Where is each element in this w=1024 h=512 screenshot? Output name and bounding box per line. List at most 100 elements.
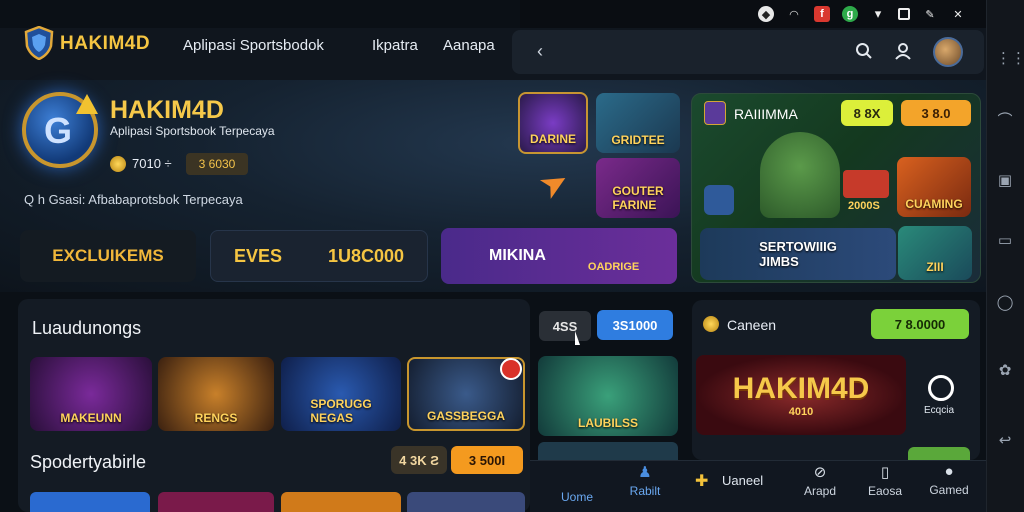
promo-exclusive[interactable]: EXCLUIKEMS (20, 230, 196, 282)
hot-badge-icon (500, 358, 522, 380)
shield-icon: ◆ (758, 6, 774, 22)
promo-mikina[interactable]: MIKINA OADRIGE (441, 228, 677, 284)
feature-tile-wide[interactable]: SERTOWIIIG JIMBS (700, 228, 896, 280)
promo-jackpot[interactable]: EVES 1U8C000 (210, 230, 428, 282)
tile-label: GOUTER FARINE (612, 184, 664, 212)
game-card-partial[interactable] (158, 492, 274, 512)
hero-tile[interactable]: DARINE (518, 92, 588, 154)
game-card-partial[interactable] (538, 442, 678, 462)
promo-label: MIKINA (489, 247, 546, 264)
avatar[interactable] (933, 37, 963, 67)
badge-value[interactable]: 7 8.0000 (871, 309, 969, 339)
game-card-label: SPORUGG NEGAS (310, 397, 372, 425)
window-icon[interactable]: ▭ (996, 232, 1014, 250)
badge-value[interactable]: 3 500I (451, 446, 523, 474)
hero-tile[interactable]: GRIDTEE (596, 93, 680, 153)
browser-icon: ◠ (789, 8, 799, 21)
game-card[interactable]: RENGS (158, 357, 274, 431)
hero-subtitle: Aplipasi Sportsbook Terpecaya (110, 124, 275, 138)
bottom-nav-profile[interactable]: ♟ Rabilt (610, 463, 680, 498)
game-card-label: RENGS (194, 411, 238, 425)
section-title-popular: Luaudunongs (32, 318, 142, 338)
bottom-nav-cancel[interactable]: Uaneel (722, 473, 763, 488)
tile-label: GRIDTEE (611, 133, 665, 147)
user-icon: ♟ (638, 464, 652, 481)
nav-label: Eaosa (867, 484, 903, 498)
section-title-sports: Spodertyabirle (30, 452, 147, 472)
plus-icon[interactable]: ✚ (695, 471, 708, 491)
system-status-bar: ◆ ◠ f g ▾ ✎ ✕ (520, 0, 986, 28)
tile-label: ZIII (926, 260, 944, 274)
gift-icon (843, 170, 889, 198)
hero-tile[interactable]: GOUTER FARINE (596, 158, 680, 218)
search-bar[interactable] (512, 30, 984, 74)
badge-value[interactable]: 3S1000 (597, 310, 673, 340)
hero-title: HAKIM4D (110, 96, 224, 124)
play-circle-icon[interactable] (928, 375, 954, 401)
sport-icon: ⊘ (813, 464, 827, 481)
hero-tagline: Q h Gsasi: Afbabaprotsbok Terpecaya (24, 192, 243, 207)
bottom-nav-cards[interactable]: ▯ Eaosa (850, 463, 920, 498)
game-card-label: GASSBEGGA (426, 409, 505, 423)
logo-shield-icon (24, 26, 54, 60)
mascot-image (760, 132, 840, 218)
chevron-left-icon[interactable]: ‹ (537, 41, 543, 62)
badge-partial[interactable] (908, 447, 970, 460)
nav-link-ikpatra[interactable]: Ikpatra (372, 37, 418, 54)
feature-title: RAIIIMMA (734, 106, 798, 122)
game-card[interactable]: LAUBILSS (538, 356, 678, 436)
banner-sub: 4010 (788, 406, 814, 418)
logo-letter-icon: G (44, 110, 73, 151)
badge-count[interactable]: 4SS (539, 311, 591, 341)
nav-link-sportsbook[interactable]: Aplipasi Sportsbodok (183, 37, 324, 54)
promo-label: EVES (233, 245, 282, 266)
tile-label: CUAMING (905, 197, 963, 211)
bell-icon[interactable]: ⌒ (996, 112, 1014, 130)
featured-banner[interactable]: HAKIM4D 4010 (696, 355, 906, 435)
game-card-label: LAUBILSS (578, 416, 638, 430)
hero-chip[interactable]: 3 6030 (186, 153, 248, 175)
game-card-partial[interactable] (407, 492, 525, 512)
app-red-icon: f (814, 6, 830, 22)
wifi-icon: ▾ (874, 6, 882, 21)
feature-pill-b[interactable]: 3 8.0 (901, 100, 971, 126)
promo-value: 1U8C000 (327, 245, 405, 266)
badge-count[interactable]: 4 3K Ƨ (391, 446, 447, 474)
app-green-icon: g (842, 6, 858, 22)
chat-icon: ● (944, 463, 954, 480)
hero-value: 7010 ÷ (132, 156, 172, 171)
close-icon[interactable]: ✕ (950, 6, 966, 22)
brand-logo-text[interactable]: HAKIM4D (60, 33, 150, 55)
side-label: Ecqcia (924, 405, 955, 416)
square-icon[interactable] (898, 8, 910, 20)
settings-icon[interactable]: ✿ (996, 362, 1014, 380)
feature-tile[interactable]: CUAMING (897, 157, 971, 217)
game-card-label: MAKEUNN (60, 411, 122, 425)
feature-tile[interactable]: ZIII (898, 226, 972, 280)
nav-link-aanapa[interactable]: Aanapa (443, 37, 495, 54)
edit-icon[interactable]: ✎ (922, 6, 938, 22)
search-icon[interactable] (855, 42, 873, 60)
circle-icon[interactable]: ◯ (996, 294, 1014, 312)
warning-triangle-icon (76, 94, 98, 114)
game-card-partial[interactable] (30, 492, 150, 512)
nav-label: Uome (560, 490, 593, 504)
tile-label: SERTOWIIIG JIMBS (759, 239, 837, 269)
user-icon[interactable] (894, 42, 912, 60)
back-icon[interactable]: ↩ (996, 432, 1014, 450)
game-card[interactable]: MAKEUNN (30, 357, 152, 431)
bottom-nav-sport[interactable]: ⊘ Arapd (785, 463, 855, 498)
bottom-nav-chat[interactable]: ● Gamed (914, 463, 984, 497)
bottom-nav-home[interactable]: Uome (542, 470, 612, 504)
section-title-featured: Caneen (727, 317, 777, 333)
promo-sub: OADRIGE (587, 261, 640, 273)
banner-title: HAKIM4D (732, 372, 870, 405)
feature-pill-a[interactable]: 8 8X (841, 100, 893, 126)
nav-label: Gamed (929, 483, 969, 497)
coin-icon (703, 316, 719, 332)
grid-icon[interactable]: ⋮⋮ (996, 50, 1024, 68)
bookmark-icon[interactable]: ▣ (996, 172, 1014, 190)
game-card-partial[interactable] (281, 492, 401, 512)
coin-icon (110, 156, 126, 172)
game-card[interactable]: SPORUGG NEGAS (281, 357, 401, 431)
